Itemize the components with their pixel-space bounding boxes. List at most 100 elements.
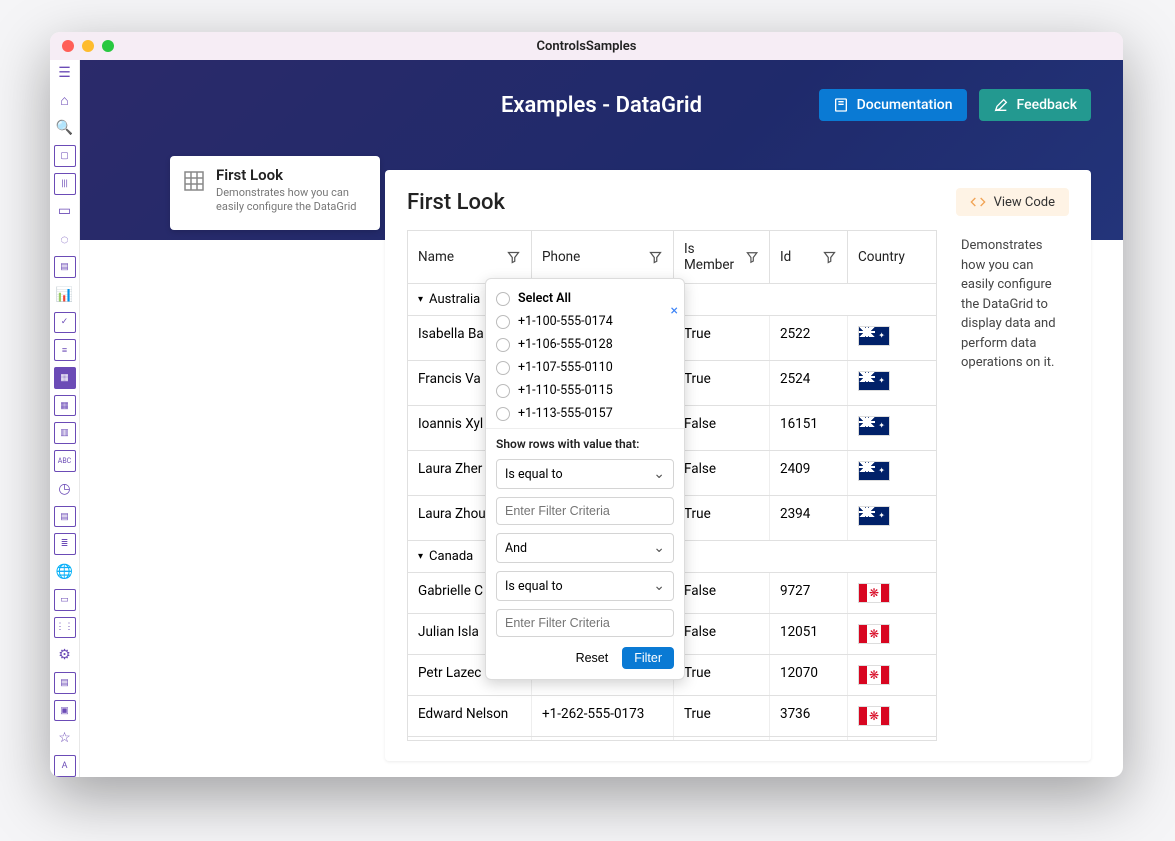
filter-option[interactable]: +1-100-555-0174 (496, 310, 674, 333)
flag-ca-icon: ❋ (858, 706, 890, 726)
cell-country: ❋ (848, 696, 934, 736)
col-header-country[interactable]: Country (848, 231, 934, 283)
radio-icon (496, 338, 510, 352)
grid-icon (182, 169, 206, 193)
col-header-member[interactable]: Is Member (674, 231, 770, 283)
barcode-icon[interactable]: ||| (54, 173, 76, 195)
flower-icon[interactable]: ⚙ (54, 644, 76, 666)
cell-member: True (674, 361, 770, 405)
cell-member: False (674, 614, 770, 654)
chevron-down-icon (653, 540, 665, 556)
rows-icon[interactable]: ≡ (54, 339, 76, 361)
flag-au-icon (858, 461, 890, 481)
filter-option[interactable]: +1-107-555-0110 (496, 356, 674, 379)
radio-icon (496, 384, 510, 398)
flag-ca-icon: ❋ (858, 624, 890, 644)
filter-criteria-1[interactable] (496, 497, 674, 525)
calendar-icon[interactable]: ▤ (54, 256, 76, 278)
layout-icon[interactable]: ▤ (54, 506, 76, 528)
card-title: First Look (216, 166, 368, 184)
filter-select-all[interactable]: Select All (496, 287, 674, 310)
home-icon[interactable]: ⌂ (54, 90, 76, 112)
flag-au-icon (858, 371, 890, 391)
chevron-down-icon (653, 466, 665, 482)
filter-icon[interactable] (648, 250, 663, 265)
cell-member: False (674, 451, 770, 495)
star-icon[interactable]: ☆ (54, 727, 76, 749)
filter-options-list[interactable]: Select All +1-100-555-0174+1-106-555-012… (486, 279, 684, 429)
cell-country (848, 451, 934, 495)
filter-reset-button[interactable]: Reset (570, 647, 615, 669)
filter-apply-button[interactable]: Filter (622, 647, 674, 669)
cell-country: ❋ (848, 573, 934, 613)
filter-criteria-2[interactable] (496, 609, 674, 637)
cell-name: Natalie Patterson (408, 737, 532, 740)
filter-popup: × Select All +1-100-555-0174+1-106-555-0… (485, 278, 685, 680)
col-header-id[interactable]: Id (770, 231, 848, 283)
radio-icon (496, 361, 510, 375)
list2-icon[interactable]: ≣ (54, 533, 76, 555)
filter-icon[interactable] (506, 250, 521, 265)
form-icon[interactable]: ▦ (54, 395, 76, 417)
filter-option[interactable]: +1-113-555-0157 (496, 402, 674, 425)
documentation-button[interactable]: Documentation (819, 89, 967, 121)
filter-operator-2[interactable]: Is equal to (496, 571, 674, 601)
filter-operator-1[interactable]: Is equal to (496, 459, 674, 489)
flag-au-icon (858, 416, 890, 436)
cell-name: Edward Nelson (408, 696, 532, 736)
cell-country (848, 316, 934, 360)
content-panel: First Look View Code Name Phone Is Membe… (385, 170, 1091, 761)
cell-id: 2524 (770, 361, 848, 405)
chevron-down-icon (653, 578, 665, 594)
table-row[interactable]: Natalie Patterson +1-858-555-0113 True 2… (408, 737, 936, 740)
window-icon[interactable]: ▣ (54, 700, 76, 722)
cell-country: ❋ (848, 614, 934, 654)
cell-id: 2394 (770, 496, 848, 540)
cell-country: ❋ (848, 655, 934, 695)
datagrid-icon[interactable]: ▦ (54, 367, 76, 389)
filter-icon[interactable] (745, 250, 759, 265)
page-title: First Look (407, 190, 505, 215)
hero-title: Examples - DataGrid (501, 93, 702, 118)
filter-option[interactable]: +1-106-555-0128 (496, 333, 674, 356)
text-icon[interactable]: A (54, 755, 76, 777)
radio-icon (496, 407, 510, 421)
app-window: ControlsSamples ☰ ⌂ 🔍 ▢ ||| ▭ ◌ ▤ 📊 ✓ ≡ … (50, 32, 1123, 777)
abc-icon[interactable]: ABC (54, 450, 76, 472)
clock-icon[interactable]: ◷ (54, 478, 76, 500)
table-icon[interactable]: ▥ (54, 422, 76, 444)
filter-logic[interactable]: And (496, 533, 674, 563)
feedback-button[interactable]: Feedback (979, 89, 1091, 121)
col-header-name[interactable]: Name (408, 231, 532, 283)
cell-country (848, 361, 934, 405)
code-icon (970, 194, 986, 210)
hamburger-icon[interactable]: ☰ (54, 62, 76, 84)
chevron-down-icon: ▾ (418, 551, 423, 562)
note-icon[interactable]: ▢ (54, 145, 76, 167)
spinner-icon[interactable]: ◌ (54, 228, 76, 250)
col-header-phone[interactable]: Phone (532, 231, 674, 283)
flag-ca-icon: ❋ (858, 665, 890, 685)
example-card-first-look[interactable]: First Look Demonstrates how you can easi… (170, 156, 380, 230)
checkbox-icon[interactable]: ✓ (54, 312, 76, 334)
filter-option[interactable]: +1-110-555-0115 (496, 379, 674, 402)
cell-country: ❋ (848, 737, 934, 740)
cell-phone: +1-858-555-0113 (532, 737, 674, 740)
cell-member: True (674, 316, 770, 360)
search-icon[interactable]: 🔍 (54, 117, 76, 139)
table-row[interactable]: Edward Nelson +1-262-555-0173 True 3736 … (408, 696, 936, 737)
filter-icon[interactable] (822, 250, 837, 265)
globe-icon[interactable]: 🌐 (54, 561, 76, 583)
keypad-icon[interactable]: ⋮⋮ (54, 617, 76, 639)
chart-icon[interactable]: 📊 (54, 284, 76, 306)
cell-id: 2409 (770, 451, 848, 495)
cell-id: 2736 (770, 737, 848, 740)
pdf-icon[interactable]: ▤ (54, 672, 76, 694)
cell-member: True (674, 655, 770, 695)
tag-icon[interactable]: ▭ (54, 589, 76, 611)
cell-member: True (674, 737, 770, 740)
flag-au-icon (858, 506, 890, 526)
cell-id: 16151 (770, 406, 848, 450)
frame-icon[interactable]: ▭ (54, 201, 76, 223)
view-code-button[interactable]: View Code (956, 188, 1069, 216)
